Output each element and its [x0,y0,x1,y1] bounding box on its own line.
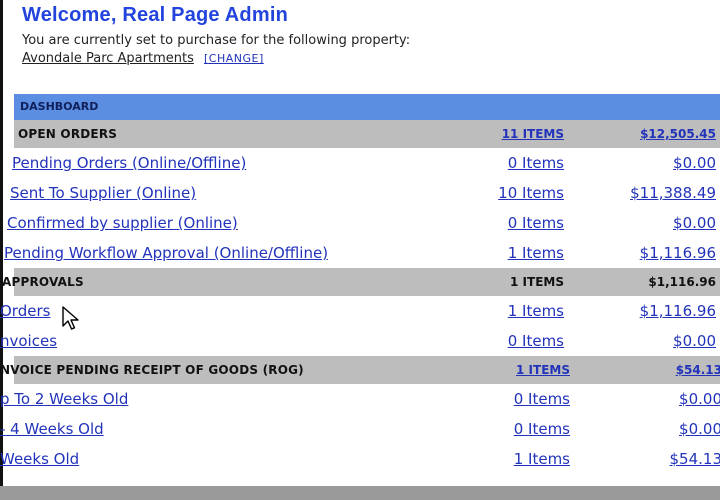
confirmed-by-supplier-link[interactable]: Confirmed by supplier (Online) [7,208,238,238]
property-line: Avondale Parc Apartments [CHANGE] [22,51,410,66]
table-row: Weeks Old 1 Items $54.13 [0,444,720,474]
two-to-4-weeks-link[interactable]: - 4 Weeks Old [0,414,104,444]
row-count-link[interactable]: 0 Items [508,326,564,356]
welcome-title: Welcome, Real Page Admin [22,4,288,26]
approvals-amount: $1,116.96 [648,275,716,289]
table-row: nvoices 0 Items $0.00 [0,326,720,356]
row-amount-link[interactable]: $11,388.49 [630,178,716,208]
section-label: OPEN ORDERS [18,127,118,141]
row-count-link[interactable]: 10 Items [498,178,564,208]
approvals-invoices-link[interactable]: nvoices [0,326,57,356]
over-4-weeks-link[interactable]: Weeks Old [0,444,79,474]
section-label: APPROVALS [2,275,84,289]
row-count-link[interactable]: 1 Items [508,296,564,326]
row-count-link[interactable]: 1 Items [514,444,570,474]
mouse-pointer-icon [62,306,79,330]
row-count-link[interactable]: 0 Items [508,148,564,178]
dashboard-title: DASHBOARD [14,94,720,120]
open-orders-count-link[interactable]: 11 ITEMS [502,120,564,148]
rog-count-link[interactable]: 1 ITEMS [516,356,570,384]
row-amount-link[interactable]: $0.00 [673,326,716,356]
pending-workflow-link[interactable]: Pending Workflow Approval (Online/Offlin… [4,238,328,268]
dashboard-panel: DASHBOARD OPEN ORDERS 11 ITEMS $12,505.4… [0,94,720,474]
section-label: NVOICE PENDING RECEIPT OF GOODS (ROG) [0,363,304,377]
row-count-link[interactable]: 0 Items [514,384,570,414]
section-approvals: APPROVALS 1 ITEMS $1,116.96 [2,268,720,296]
sent-to-supplier-link[interactable]: Sent To Supplier (Online) [10,178,196,208]
section-rog: NVOICE PENDING RECEIPT OF GOODS (ROG) 1 … [0,356,720,384]
row-amount-link[interactable]: $0.00 [673,148,716,178]
table-row: Orders 1 Items $1,116.96 [0,296,720,326]
table-row: Confirmed by supplier (Online) 0 Items $… [7,208,720,238]
up-to-2-weeks-link[interactable]: p To 2 Weeks Old [0,384,128,414]
row-amount-link[interactable]: $1,116.96 [640,238,716,268]
change-property-link[interactable]: [CHANGE] [204,52,264,65]
open-orders-amount-link[interactable]: $12,505.45 [640,120,716,148]
row-amount-link[interactable]: $1,116.96 [640,296,716,326]
purchase-subtitle: You are currently set to purchase for th… [22,33,411,48]
approvals-count: 1 ITEMS [510,275,564,289]
row-count-link[interactable]: 1 Items [508,238,564,268]
page-header: Welcome, Real Page Admin You are current… [22,4,410,66]
row-count-link[interactable]: 0 Items [514,414,570,444]
row-amount-link[interactable]: $0.00 [673,208,716,238]
next-section-bar [0,486,720,500]
row-amount-link[interactable]: $0.00 [679,414,720,444]
row-amount-link[interactable]: $54.13 [670,444,720,474]
section-open-orders: OPEN ORDERS 11 ITEMS $12,505.45 [14,120,720,148]
pending-orders-link[interactable]: Pending Orders (Online/Offline) [12,148,246,178]
row-amount-link[interactable]: $0.00 [679,384,720,414]
approvals-orders-link[interactable]: Orders [0,296,50,326]
table-row: Pending Orders (Online/Offline) 0 Items … [12,148,720,178]
rog-amount-link[interactable]: $54.13 [676,356,720,384]
table-row: p To 2 Weeks Old 0 Items $0.00 [0,384,720,414]
table-row: Pending Workflow Approval (Online/Offlin… [4,238,720,268]
table-row: - 4 Weeks Old 0 Items $0.00 [0,414,720,444]
row-count-link[interactable]: 0 Items [508,208,564,238]
property-name: Avondale Parc Apartments [22,51,194,66]
table-row: Sent To Supplier (Online) 10 Items $11,3… [10,178,720,208]
